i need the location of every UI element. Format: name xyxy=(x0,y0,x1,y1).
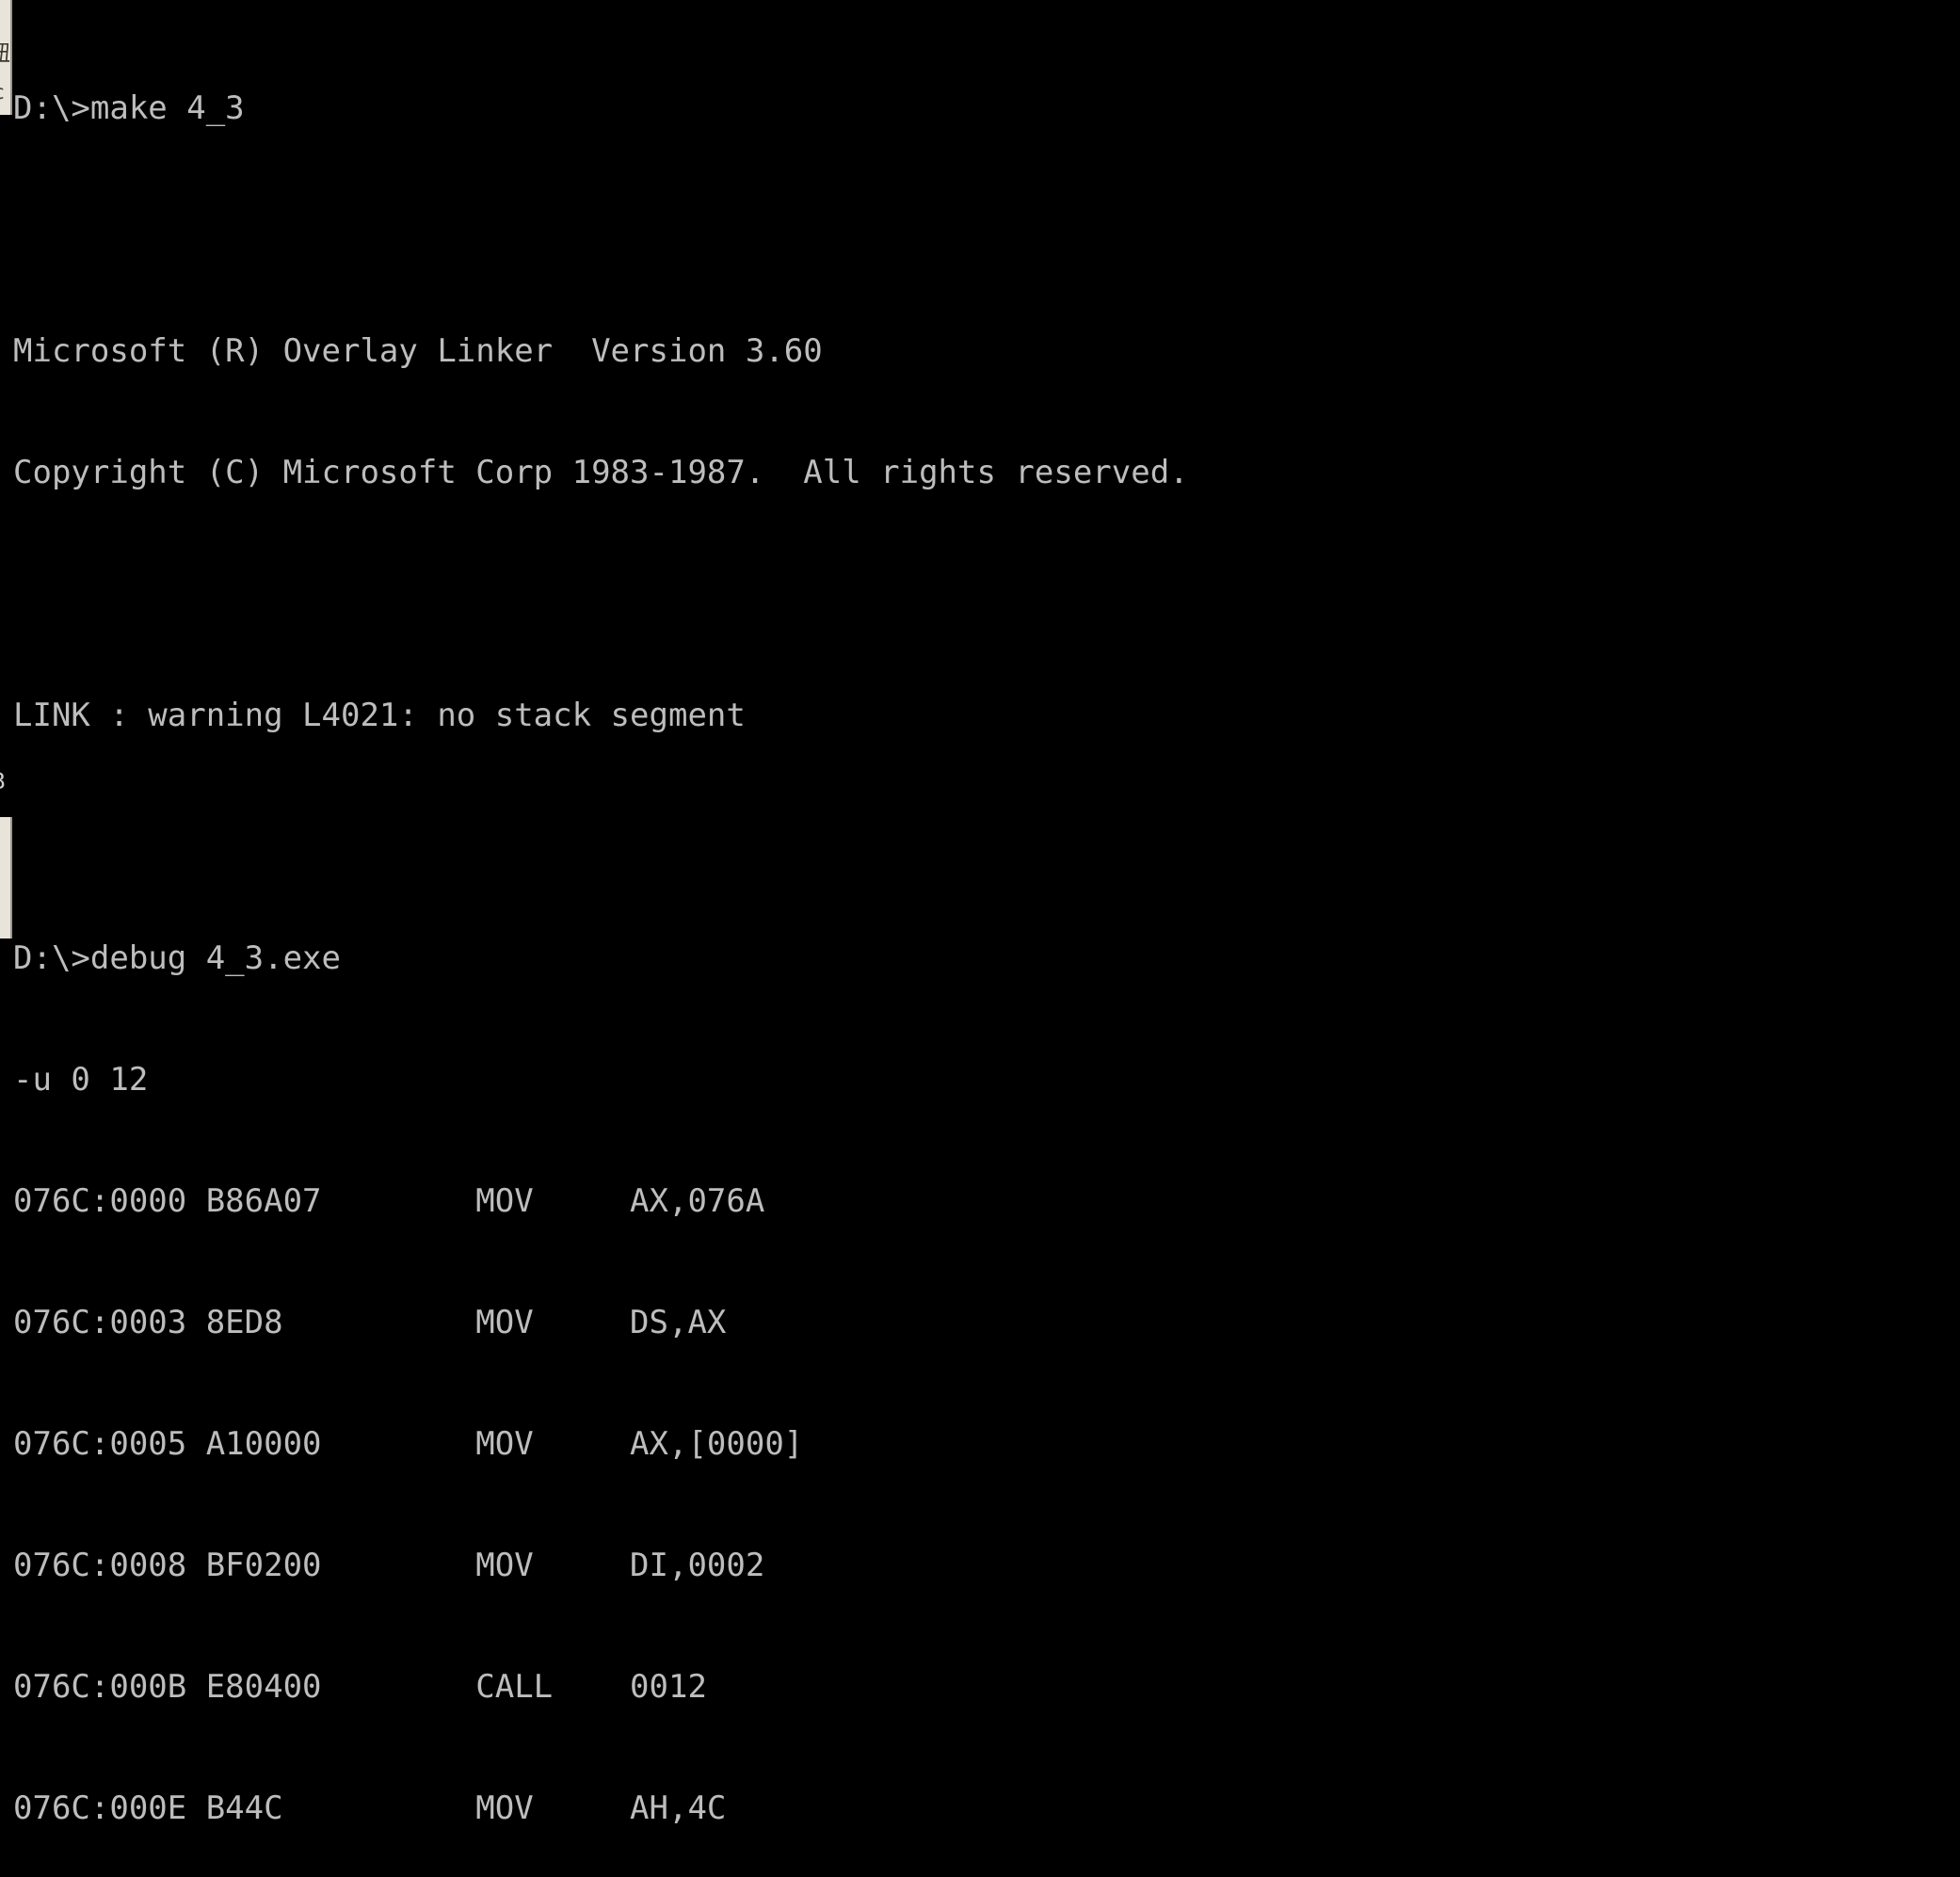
console-line: D:\>make 4_3 xyxy=(13,89,245,127)
background-window-border xyxy=(10,817,12,938)
disassembly-row: 076C:0008 BF0200 MOV DI,0002 xyxy=(13,1547,765,1584)
disassembly-row: 076C:000B E80400 CALL 0012 xyxy=(13,1668,707,1706)
disassembly-row: 076C:0005 A10000 MOV AX,[0000] xyxy=(13,1425,804,1463)
background-window-panel-bottom xyxy=(0,817,12,938)
disassembly-row: 076C:000E B44C MOV AH,4C xyxy=(13,1789,727,1827)
console-line-blank xyxy=(13,817,1189,858)
console-line-blank xyxy=(13,210,1189,250)
console-output[interactable]: D:\>make 4_3 Microsoft (R) Overlay Linke… xyxy=(13,8,1189,1877)
background-window-strip[interactable]: 钮 c B xyxy=(0,0,12,938)
console-line: -u 0 12 xyxy=(13,1061,149,1099)
background-window-glyph-cjk: 钮 xyxy=(0,43,12,65)
console-line-blank xyxy=(13,574,1189,615)
background-window-glyph-b: B xyxy=(0,770,12,793)
disassembly-row: 076C:0003 8ED8 MOV DS,AX xyxy=(13,1304,727,1341)
console-line: D:\>debug 4_3.exe xyxy=(13,939,341,977)
background-window-glyph-c: c xyxy=(0,83,12,103)
console-line: LINK : warning L4021: no stack segment xyxy=(13,697,746,734)
dos-console-window[interactable]: D:\>make 4_3 Microsoft (R) Overlay Linke… xyxy=(0,0,1960,1827)
disassembly-row: 076C:0000 B86A07 MOV AX,076A xyxy=(13,1182,765,1220)
console-line: Copyright (C) Microsoft Corp 1983-1987. … xyxy=(13,454,1189,491)
console-line: Microsoft (R) Overlay Linker Version 3.6… xyxy=(13,332,823,370)
